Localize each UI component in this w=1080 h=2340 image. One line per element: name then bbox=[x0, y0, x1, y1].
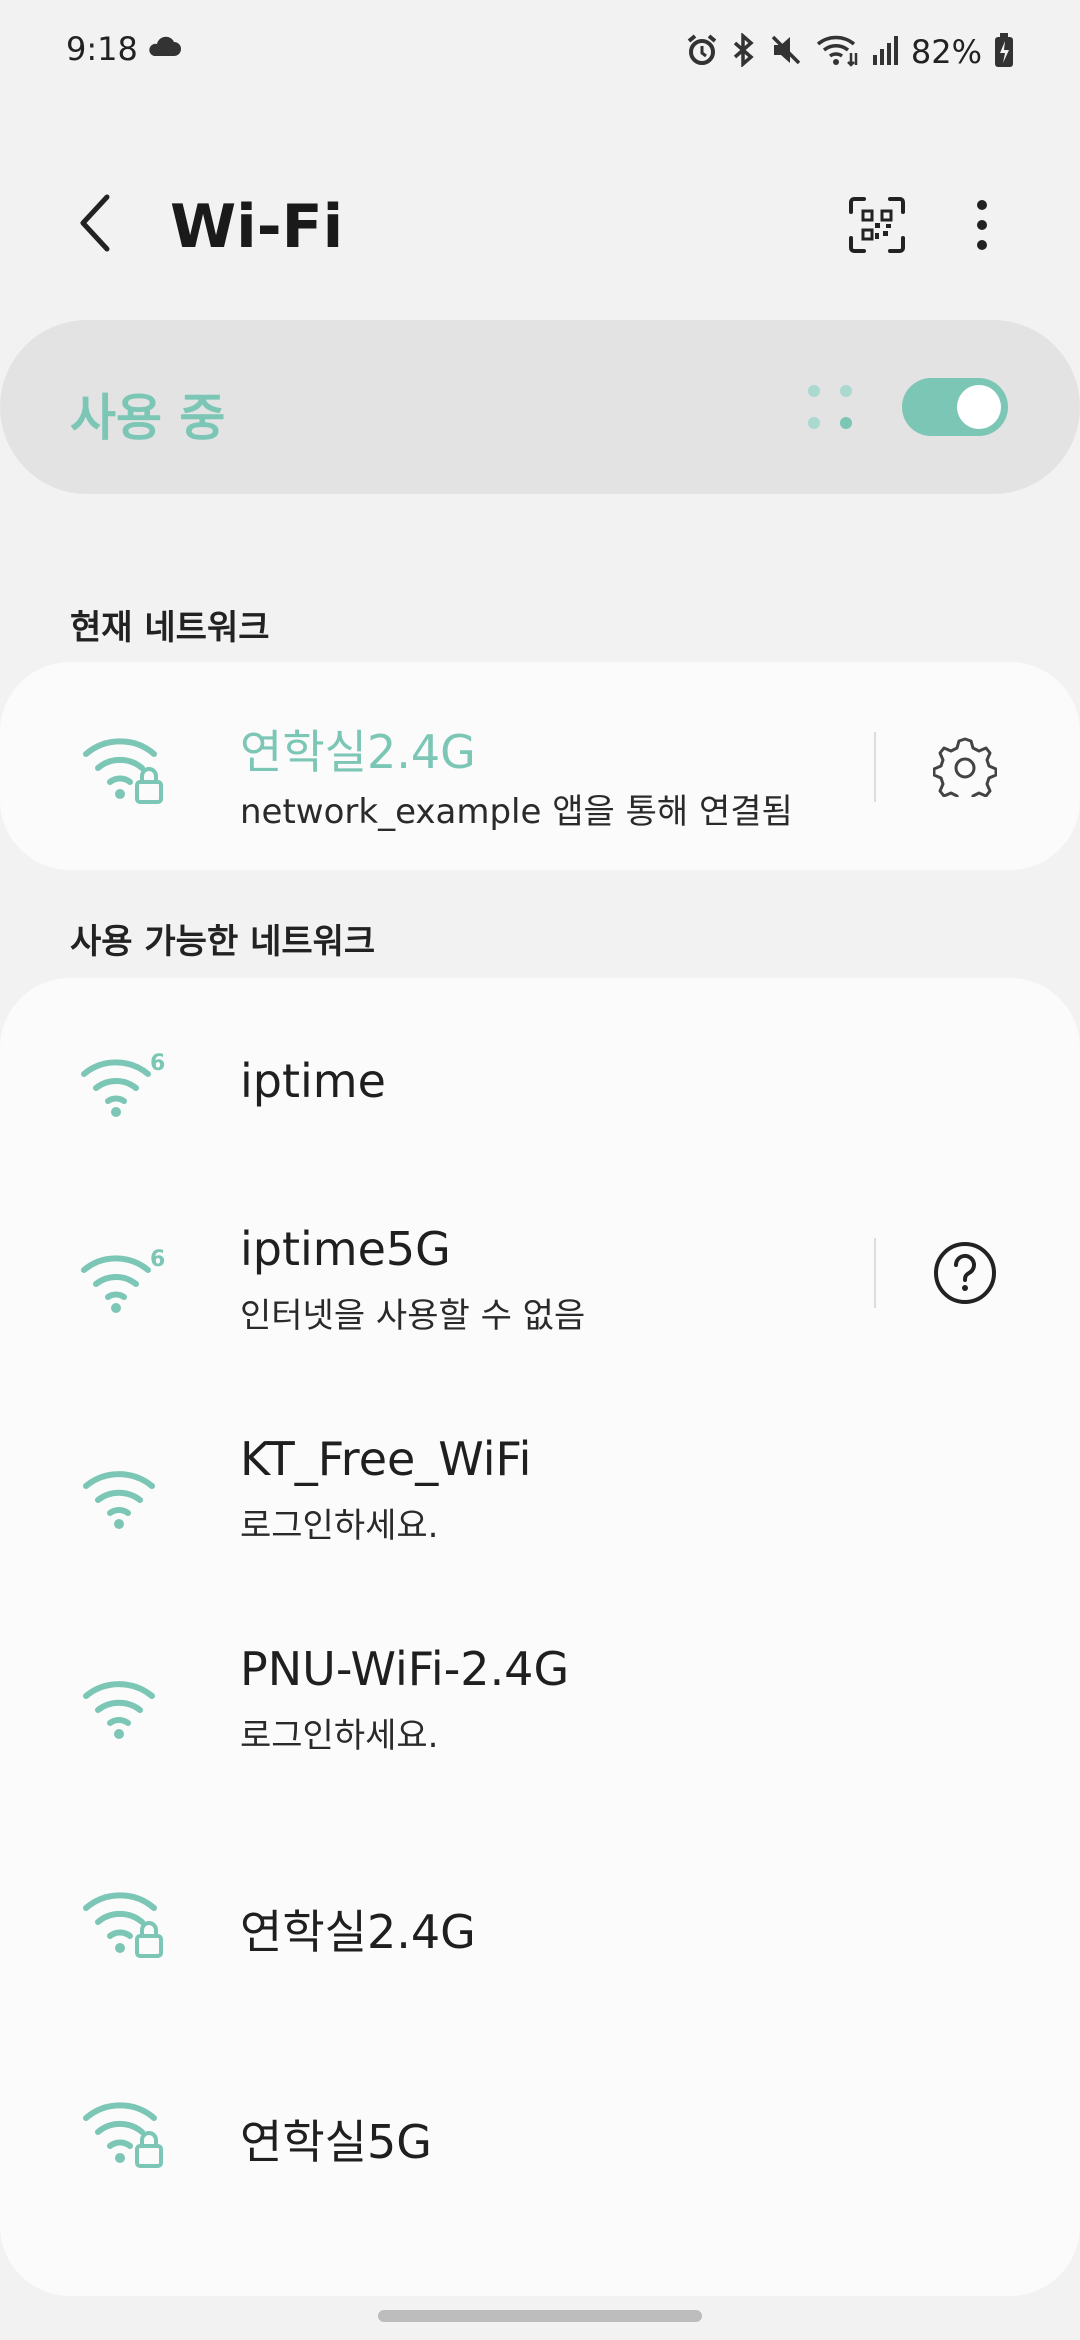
wifi-settings-screen: 9:18 82% Wi-Fi 사용 중 현재 네트워크 연학실2.4G netw… bbox=[0, 0, 1080, 2340]
more-options-icon bbox=[976, 199, 988, 255]
cloud-icon bbox=[146, 36, 182, 62]
wifi-master-switch-bar[interactable]: 사용 중 bbox=[0, 320, 1080, 494]
signal-icon bbox=[871, 33, 899, 71]
scan-dots-icon bbox=[806, 382, 856, 436]
svg-text:6: 6 bbox=[150, 1051, 165, 1076]
network-row[interactable]: KT_Free_WiFi 로그인하세요. bbox=[0, 1398, 1080, 1608]
network-name: PNU-WiFi-2.4G bbox=[240, 1642, 570, 1696]
gear-icon bbox=[932, 733, 998, 807]
status-time: 9:18 bbox=[66, 30, 138, 68]
available-networks-card: 6 iptime 6 iptime5G 인터넷을 사용할 수 없음 KT_Fre… bbox=[0, 978, 1080, 2296]
wifi-locked-icon bbox=[80, 728, 170, 812]
network-row[interactable]: 6 iptime5G 인터넷을 사용할 수 없음 bbox=[0, 1188, 1080, 1398]
status-icons: 82% bbox=[685, 30, 1014, 74]
status-bar: 9:18 82% bbox=[0, 0, 1080, 100]
app-header: Wi-Fi bbox=[0, 170, 1080, 290]
current-network-name: 연학실2.4G bbox=[240, 725, 476, 779]
network-status: 로그인하세요. bbox=[240, 1506, 439, 1546]
home-indicator[interactable] bbox=[378, 2310, 702, 2322]
network-settings-button[interactable] bbox=[930, 732, 1000, 807]
question-mark-icon bbox=[932, 1240, 998, 1310]
bluetooth-icon bbox=[731, 32, 757, 71]
wifi-6-icon: 6 bbox=[80, 1244, 170, 1318]
svg-text:6: 6 bbox=[150, 1247, 165, 1272]
network-info-button[interactable] bbox=[930, 1240, 1000, 1310]
back-icon bbox=[75, 193, 115, 257]
network-row[interactable]: PNU-WiFi-2.4G 로그인하세요. bbox=[0, 1608, 1080, 1818]
network-name: KT_Free_WiFi bbox=[240, 1432, 532, 1486]
qr-code-button[interactable] bbox=[842, 192, 912, 262]
network-status: 인터넷을 사용할 수 없음 bbox=[240, 1296, 586, 1336]
row-divider bbox=[874, 732, 876, 802]
network-name: 연학실2.4G bbox=[240, 1905, 476, 1959]
wifi-6-icon: 6 bbox=[80, 1048, 170, 1122]
wifi-locked-icon bbox=[80, 1882, 170, 1966]
network-status: 로그인하세요. bbox=[240, 1716, 439, 1756]
current-network-header: 현재 네트워크 bbox=[70, 608, 270, 648]
wifi-locked-icon bbox=[80, 2092, 170, 2176]
network-row[interactable]: 연학실2.4G bbox=[0, 1818, 1080, 2028]
battery-icon bbox=[994, 32, 1014, 72]
toggle-knob bbox=[957, 385, 1001, 429]
current-network-row[interactable]: 연학실2.4G network_example 앱을 통해 연결됨 bbox=[0, 662, 1080, 870]
network-name: iptime bbox=[240, 1054, 386, 1108]
available-networks-header: 사용 가능한 네트워크 bbox=[70, 922, 376, 962]
current-network-status: network_example 앱을 통해 연결됨 bbox=[240, 792, 793, 832]
wifi-icon bbox=[80, 1670, 170, 1744]
battery-percent: 82% bbox=[910, 33, 982, 71]
network-name: 연학실5G bbox=[240, 2115, 432, 2169]
page-title: Wi-Fi bbox=[170, 192, 344, 262]
row-divider bbox=[874, 1238, 876, 1308]
network-row[interactable]: 6 iptime bbox=[0, 978, 1080, 1188]
network-name: iptime5G bbox=[240, 1222, 451, 1276]
wifi-toggle[interactable] bbox=[902, 378, 1008, 436]
wifi-status-label: 사용 중 bbox=[70, 389, 226, 447]
back-button[interactable] bbox=[60, 190, 130, 260]
qr-code-icon bbox=[848, 196, 906, 258]
mute-icon bbox=[769, 33, 803, 71]
current-network-card: 연학실2.4G network_example 앱을 통해 연결됨 bbox=[0, 662, 1080, 870]
alarm-icon bbox=[685, 33, 719, 71]
more-options-button[interactable] bbox=[960, 192, 1004, 262]
wifi-icon bbox=[80, 1460, 170, 1534]
wifi-status-icon bbox=[815, 33, 859, 71]
network-row[interactable]: 연학실5G bbox=[0, 2028, 1080, 2238]
